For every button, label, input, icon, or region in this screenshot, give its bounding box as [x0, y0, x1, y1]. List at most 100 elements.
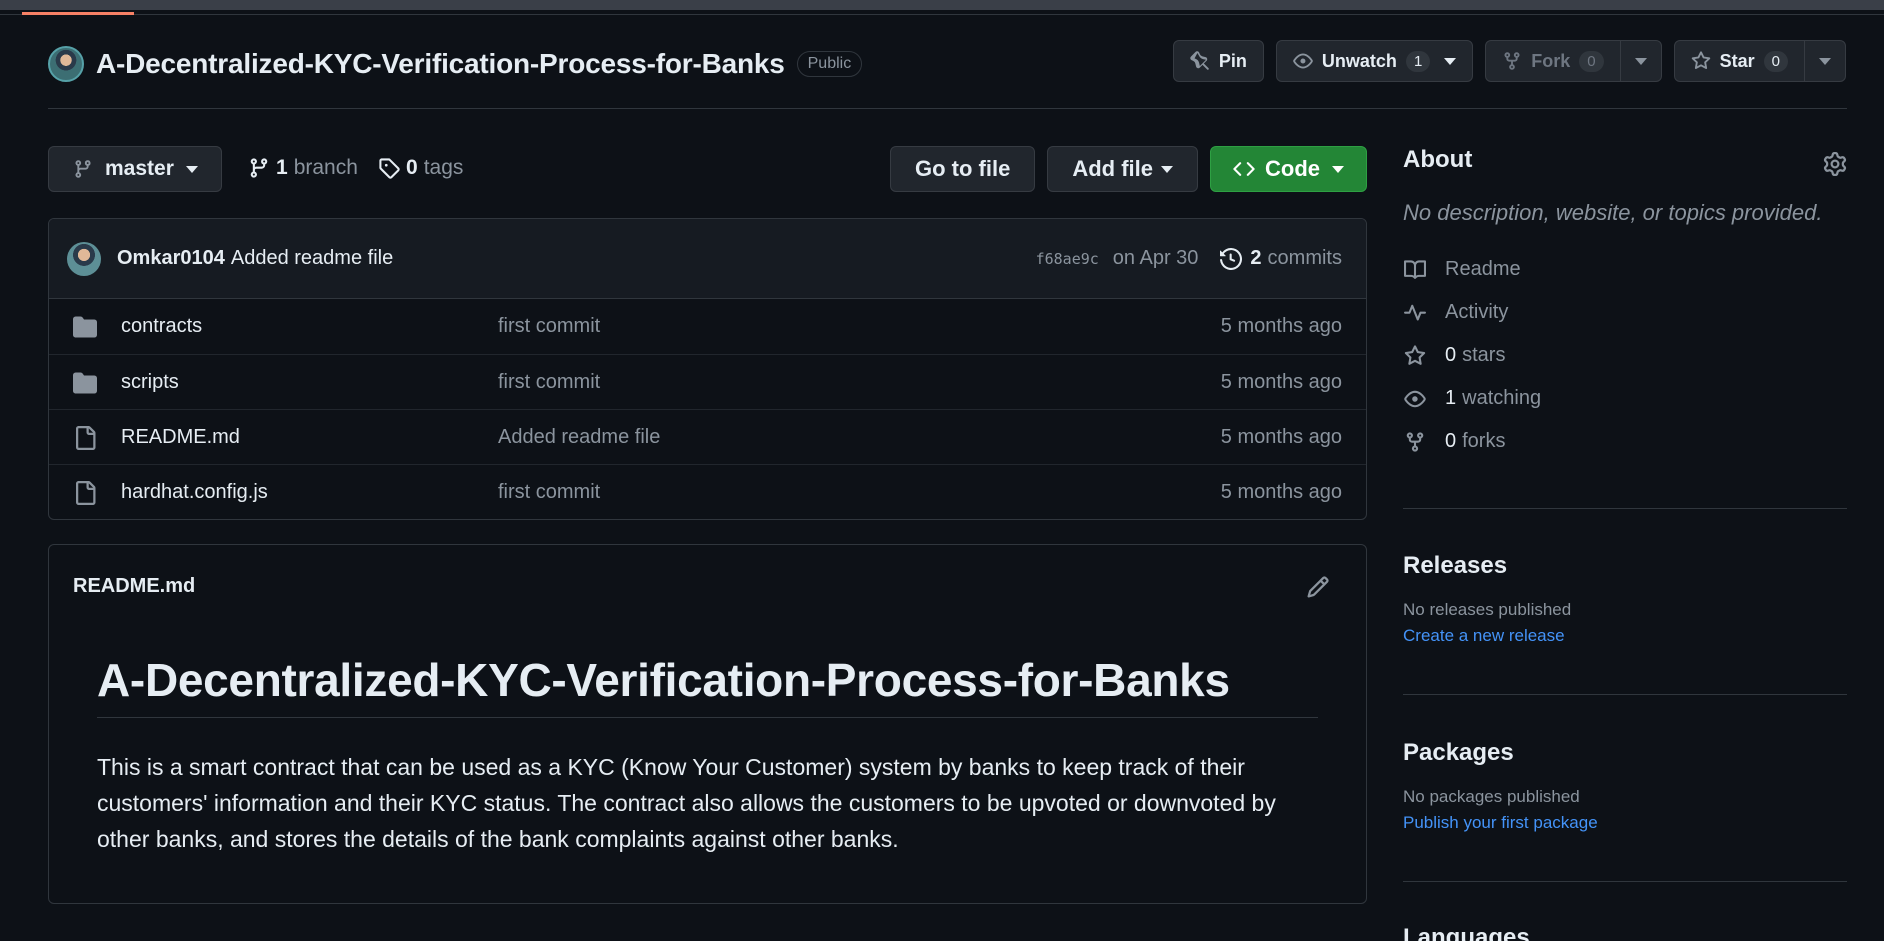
file-age: 5 months ago	[1220, 425, 1342, 448]
chevron-down-icon	[1634, 57, 1647, 65]
gear-icon[interactable]	[1823, 152, 1847, 176]
file-name[interactable]: hardhat.config.js	[121, 481, 268, 504]
file-commit-message[interactable]: Added readme file	[498, 426, 660, 449]
file-row[interactable]: README.md Added readme file 5 months ago	[49, 409, 1366, 464]
book-icon	[1404, 259, 1427, 279]
chevron-down-icon	[1444, 57, 1457, 65]
commit-author[interactable]: Omkar0104	[117, 247, 225, 270]
forks-link[interactable]: 0 forks	[1403, 420, 1847, 463]
star-label: Star	[1719, 50, 1755, 71]
about-title: About	[1403, 146, 1473, 173]
commit-message[interactable]: Added readme file	[231, 247, 393, 270]
fork-icon	[1504, 52, 1520, 70]
stars-label: stars	[1462, 344, 1506, 366]
create-release-link[interactable]: Create a new release	[1403, 626, 1571, 646]
readme-link[interactable]: Readme	[1403, 248, 1847, 291]
repo-actions: Pin Unwatch 1 Fork 0 Star 0	[1172, 40, 1846, 82]
repo-title[interactable]: A-Decentralized-KYC-Verification-Process…	[96, 48, 785, 80]
file-age: 5 months ago	[1220, 315, 1342, 337]
file-browser: Omkar0104 Added readme file f68ae9c on A…	[48, 218, 1367, 520]
git-branch-icon	[75, 160, 91, 178]
owner-avatar[interactable]	[48, 46, 84, 82]
tags-link[interactable]: 0 tags	[378, 156, 463, 180]
file-name[interactable]: README.md	[121, 426, 240, 449]
activity-link-label: Activity	[1445, 301, 1509, 323]
active-tab-indicator-wrap	[0, 0, 1884, 16]
packages-empty-text: No packages published	[1403, 787, 1580, 806]
code-button[interactable]: Code	[1210, 146, 1367, 192]
chevron-down-icon	[1332, 165, 1344, 173]
file-name[interactable]: contracts	[121, 315, 202, 338]
active-tab-indicator	[22, 12, 134, 15]
file-row[interactable]: hardhat.config.js first commit 5 months …	[49, 464, 1366, 519]
go-to-file-button[interactable]: Go to file	[890, 146, 1036, 192]
stars-link[interactable]: 0 stars	[1403, 334, 1847, 377]
visibility-badge: Public	[796, 51, 863, 77]
fork-icon	[1406, 431, 1424, 452]
tag-count-label: tags	[423, 156, 464, 179]
chevron-down-icon	[1819, 57, 1831, 65]
file-commit-message[interactable]: first commit	[498, 315, 600, 338]
publish-package-link[interactable]: Publish your first package	[1403, 813, 1598, 833]
commit-count: 2	[1250, 247, 1262, 269]
about-links: Readme Activity 0 stars 1 watching 0 for…	[1403, 248, 1847, 463]
file-name[interactable]: scripts	[121, 371, 179, 394]
sidebar-divider	[1403, 508, 1847, 509]
latest-commit-bar: Omkar0104 Added readme file f68ae9c on A…	[49, 219, 1366, 299]
sidebar-divider	[1403, 694, 1847, 695]
fork-dropdown[interactable]	[1619, 41, 1661, 81]
watchers-label: watching	[1462, 387, 1542, 409]
branch-selector[interactable]: master	[48, 146, 222, 192]
branches-link[interactable]: 1 branch	[248, 156, 358, 180]
folder-icon	[73, 372, 97, 394]
file-row[interactable]: contracts first commit 5 months ago	[49, 299, 1366, 354]
about-description: No description, website, or topics provi…	[1403, 200, 1823, 225]
commit-sha[interactable]: f68ae9c	[1036, 250, 1099, 268]
commit-history-link[interactable]: 2 commits	[1220, 247, 1342, 270]
readme-link-label: Readme	[1445, 258, 1521, 280]
file-row[interactable]: scripts first commit 5 months ago	[49, 354, 1366, 409]
branch-count-label: branch	[293, 156, 358, 179]
watch-button[interactable]: Unwatch 1	[1275, 40, 1474, 82]
git-branch-icon	[250, 158, 268, 178]
forks-count: 0	[1445, 430, 1457, 452]
packages-title[interactable]: Packages	[1403, 739, 1598, 767]
star-button[interactable]: Star 0	[1673, 40, 1846, 82]
releases-empty-text: No releases published	[1403, 600, 1572, 619]
branch-toolbar: master 1 branch 0 tags Go to file Add fi…	[48, 146, 1367, 192]
repo-sidebar: About No description, website, or topics…	[1403, 146, 1847, 941]
stars-count: 0	[1445, 344, 1457, 366]
branch-name: master	[105, 157, 174, 180]
watchers-count: 1	[1445, 387, 1457, 409]
file-commit-message[interactable]: first commit	[498, 371, 600, 394]
commit-meta: f68ae9c on Apr 30 2 commits	[1036, 247, 1342, 270]
watch-counter: 1	[1405, 50, 1431, 72]
pin-icon	[1190, 51, 1209, 70]
readme-filename[interactable]: README.md	[73, 575, 195, 598]
readme-paragraph: This is a smart contract that can be use…	[97, 754, 1276, 852]
activity-link[interactable]: Activity	[1403, 291, 1847, 334]
watchers-link[interactable]: 1 watching	[1403, 377, 1847, 420]
chevron-down-icon	[1161, 165, 1173, 173]
releases-title[interactable]: Releases	[1403, 552, 1571, 580]
pencil-icon[interactable]	[1306, 575, 1330, 599]
file-commit-message[interactable]: first commit	[498, 481, 600, 504]
forks-label: forks	[1462, 430, 1506, 452]
readme-panel: README.md A-Decentralized-KYC-Verificati…	[48, 544, 1367, 904]
file-age: 5 months ago	[1220, 480, 1342, 503]
pulse-icon	[1404, 304, 1426, 321]
languages-section: Languages	[1403, 924, 1530, 941]
commit-author-avatar[interactable]	[67, 241, 101, 276]
file-age: 5 months ago	[1220, 370, 1342, 393]
commit-date: on Apr 30	[1112, 247, 1199, 269]
languages-title: Languages	[1403, 924, 1530, 941]
star-icon	[1404, 344, 1426, 365]
code-label: Code	[1265, 156, 1320, 181]
file-list: contracts first commit 5 months ago scri…	[49, 299, 1366, 519]
star-dropdown[interactable]	[1804, 41, 1845, 81]
folder-icon	[73, 316, 97, 338]
pin-button[interactable]: Pin	[1172, 40, 1264, 82]
fork-button[interactable]: Fork 0	[1485, 40, 1662, 82]
file-icon	[76, 426, 96, 450]
add-file-button[interactable]: Add file	[1047, 146, 1198, 192]
